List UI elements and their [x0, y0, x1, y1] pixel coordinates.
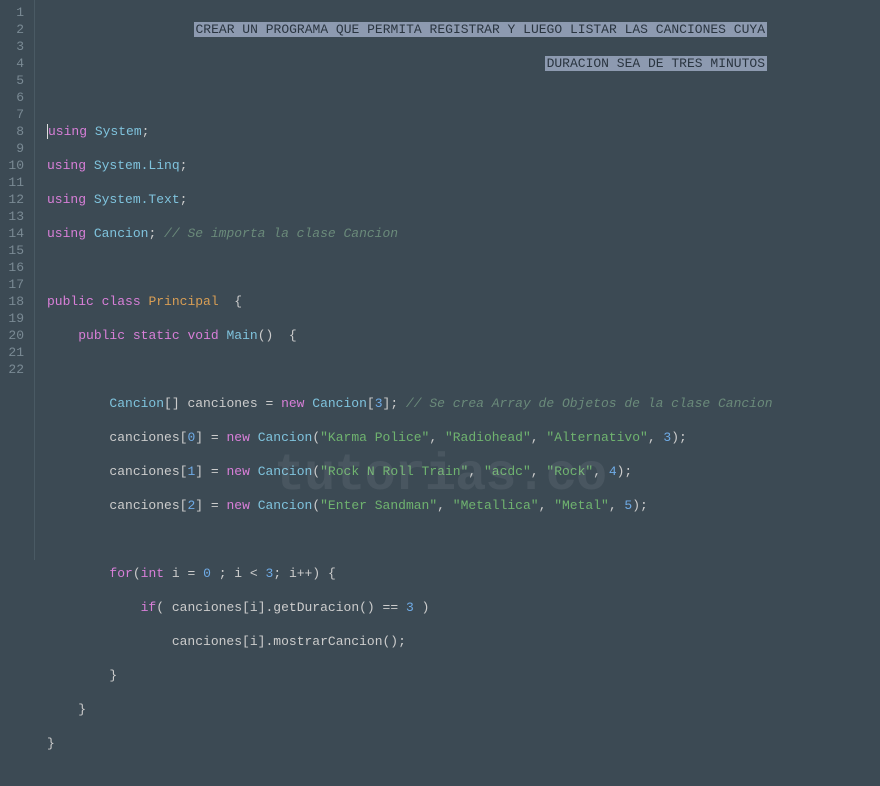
code-area[interactable]: CREAR UN PROGRAMA QUE PERMITA REGISTRAR … [35, 0, 880, 560]
line-number: 12 [0, 191, 34, 208]
line-number: 10 [0, 157, 34, 174]
code-editor[interactable]: 12345678910111213141516171819202122 CREA… [0, 0, 880, 560]
line-number: 16 [0, 259, 34, 276]
line-number: 6 [0, 89, 34, 106]
line-number: 1 [0, 4, 34, 21]
line-number: 7 [0, 106, 34, 123]
line-number: 14 [0, 225, 34, 242]
banner-line1: CREAR UN PROGRAMA QUE PERMITA REGISTRAR … [194, 22, 768, 37]
line-number: 3 [0, 38, 34, 55]
line-number: 19 [0, 310, 34, 327]
line-number-gutter: 12345678910111213141516171819202122 [0, 0, 35, 560]
line-number: 15 [0, 242, 34, 259]
line-number: 17 [0, 276, 34, 293]
banner-line2: DURACION SEA DE TRES MINUTOS [545, 56, 767, 71]
line-number: 18 [0, 293, 34, 310]
line-number: 22 [0, 361, 34, 378]
line-number: 13 [0, 208, 34, 225]
line-number: 2 [0, 21, 34, 38]
line-number: 20 [0, 327, 34, 344]
line-number: 9 [0, 140, 34, 157]
line-number: 11 [0, 174, 34, 191]
line-number: 4 [0, 55, 34, 72]
line-number: 5 [0, 72, 34, 89]
line-number: 21 [0, 344, 34, 361]
line-number: 8 [0, 123, 34, 140]
